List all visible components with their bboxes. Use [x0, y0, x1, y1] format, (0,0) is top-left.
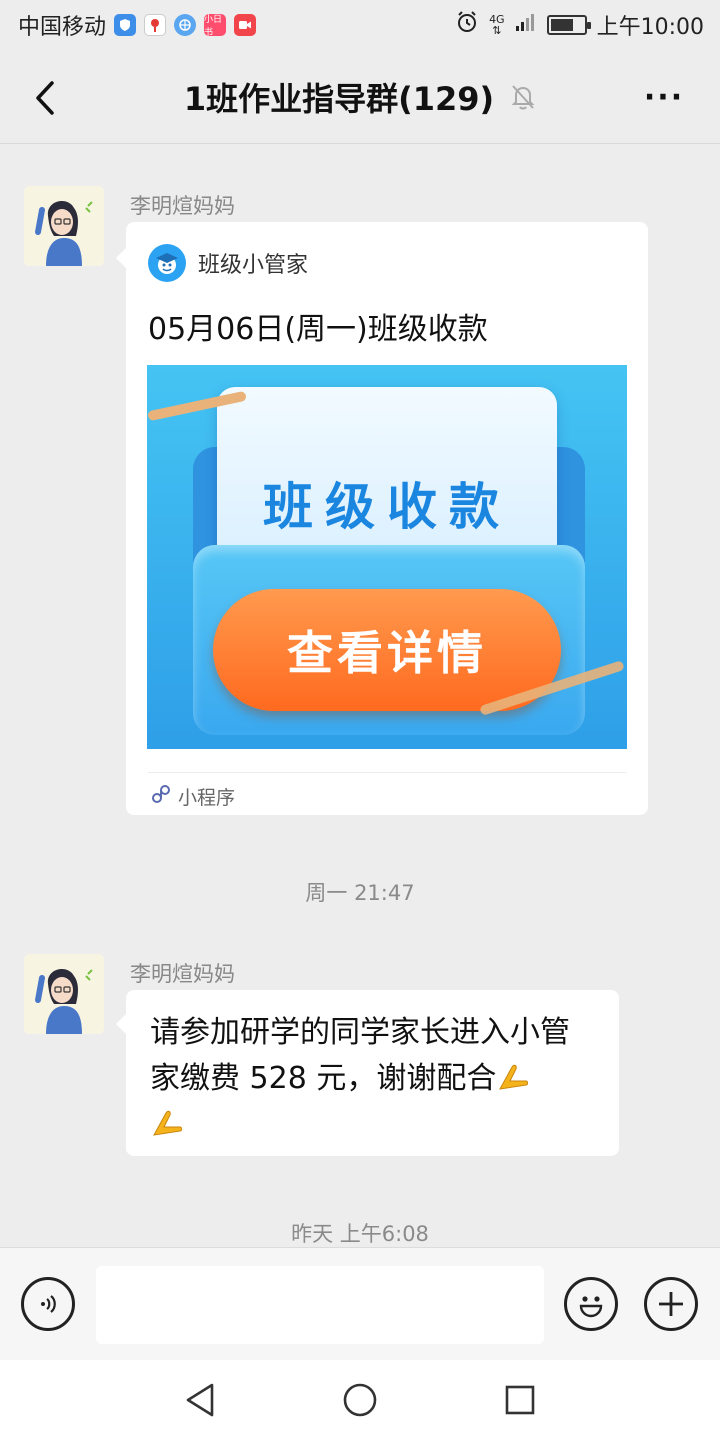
more-button[interactable]: ···: [644, 80, 684, 115]
status-time: 上午10:00: [596, 15, 704, 40]
triangle-back-icon: [186, 1383, 214, 1417]
mini-program-card[interactable]: 班级小管家 05月06日(周一)班级收款 班级收款 查看详情 小程序: [116, 222, 648, 815]
mini-program-icon: [150, 783, 172, 810]
card-footer: 小程序: [150, 783, 235, 810]
browser-app-icon: [174, 14, 197, 36]
system-home-button[interactable]: [340, 1380, 380, 1420]
system-navigation-bar: [0, 1360, 720, 1440]
status-left: 中国移动 小日书: [18, 9, 257, 41]
square-recents-icon: [505, 1385, 535, 1415]
status-bar: 中国移动 小日书 4G ⇅ 上午10:00: [0, 0, 720, 50]
signal-icon: [515, 12, 537, 38]
chevron-left-icon: [36, 81, 54, 115]
data-arrows-icon: ⇅: [492, 24, 502, 37]
sender-name: 李明煊妈妈: [130, 962, 235, 986]
carrier-label: 中国移动: [18, 15, 107, 40]
praying-hands-icon: [153, 1110, 182, 1136]
message-input[interactable]: [96, 1266, 544, 1344]
card-title: 05月06日(周一)班级收款: [148, 312, 488, 347]
battery-fill: [550, 19, 573, 31]
chat-header: 1班作业指导群(129) ···: [0, 50, 720, 144]
chat-title: 1班作业指导群(129): [183, 80, 495, 118]
system-recents-button[interactable]: [500, 1380, 540, 1420]
alarm-icon: [455, 10, 479, 40]
class-manager-logo-icon: [148, 244, 186, 282]
view-details-button[interactable]: 查看详情: [213, 589, 561, 711]
plus-icon: [659, 1292, 683, 1316]
status-right: 4G ⇅ 上午10:00: [455, 9, 704, 41]
input-bar: [0, 1247, 720, 1360]
video-app-icon: [234, 14, 257, 36]
text-message-bubble[interactable]: 请参加研学的同学家长进入小管家缴费 528 元，谢谢配合: [116, 990, 619, 1156]
bell-off-icon: [510, 83, 536, 111]
card-header: 班级小管家: [148, 244, 308, 282]
praying-hands-icon: [499, 1064, 529, 1090]
shield-app-icon: [114, 14, 137, 36]
map-pin-app-icon: [144, 14, 167, 36]
voice-button[interactable]: [21, 1277, 75, 1331]
network-indicator: 4G ⇅: [489, 14, 505, 36]
chat-title-wrap: 1班作业指导群(129): [0, 50, 720, 144]
card-divider: [148, 772, 626, 773]
voice-icon: [41, 1295, 56, 1313]
battery-icon: [546, 15, 591, 35]
plus-button[interactable]: [644, 1277, 698, 1331]
circle-home-icon: [343, 1383, 377, 1417]
avatar[interactable]: [24, 954, 104, 1034]
card-app-name: 班级小管家: [198, 253, 309, 278]
card-banner[interactable]: 班级收款 查看详情: [147, 365, 627, 749]
xiaohongshu-app-icon: 小日书: [204, 14, 227, 38]
sender-name: 李明煊妈妈: [130, 194, 235, 218]
system-back-button[interactable]: [180, 1380, 220, 1420]
emoji-button[interactable]: [564, 1277, 618, 1331]
banner-heading: 班级收款: [263, 478, 511, 536]
avatar[interactable]: [24, 186, 104, 266]
emoji-icon: [579, 1296, 603, 1318]
timestamp: 周一 21:47: [305, 881, 415, 905]
back-button[interactable]: [30, 78, 60, 118]
timestamp: 昨天 上午6:08: [291, 1222, 429, 1246]
mini-program-label: 小程序: [178, 787, 236, 809]
